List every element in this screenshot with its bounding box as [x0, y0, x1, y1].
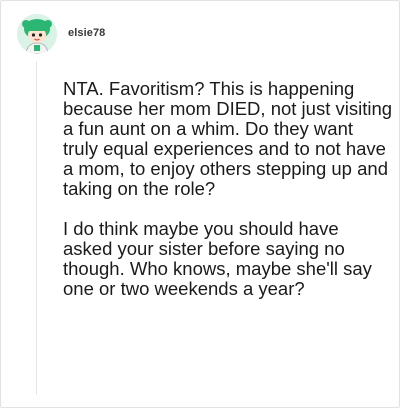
comment-paragraph: I do think maybe you should have asked y…: [63, 218, 372, 299]
comment-paragraph: NTA. Favoritism? This is happening becau…: [63, 78, 393, 199]
cartoon-character-avatar-icon: [17, 14, 57, 54]
comment-card: elsie78 NTA. Favoritism? This is happeni…: [0, 0, 400, 408]
thread-line: [36, 61, 37, 395]
username[interactable]: elsie78: [68, 27, 105, 39]
comment-body: NTA. Favoritism? This is happening becau…: [63, 79, 393, 299]
avatar[interactable]: [17, 14, 57, 54]
